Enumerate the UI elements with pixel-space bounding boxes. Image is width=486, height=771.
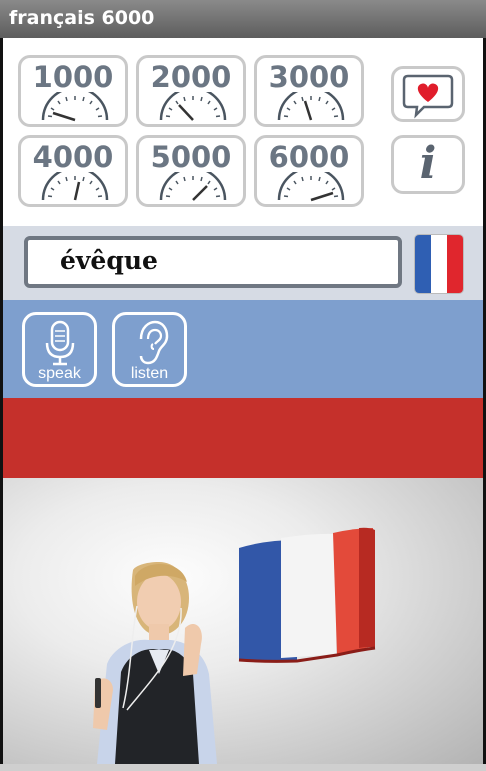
speak-button[interactable]: speak [22,312,97,387]
word-display[interactable]: évêque [24,236,402,288]
listen-button[interactable]: listen [112,312,187,387]
level-label: 2000 [150,60,232,94]
actions-band: speak listen [3,300,483,398]
woman-with-headphones-and-flag-image [93,527,376,764]
speedometer-icon [277,172,345,202]
heart-speech-icon [402,74,454,119]
title-bar: français 6000 [0,0,486,38]
speedometer-icon [41,92,109,122]
waving-french-flag [238,527,376,663]
bottom-edge [0,764,486,771]
level-label: 4000 [32,140,114,174]
french-flag-icon[interactable] [414,234,464,294]
level-1000-button[interactable]: 1000 [18,55,128,127]
level-label: 6000 [268,140,350,174]
level-label: 5000 [150,140,232,174]
level-label: 1000 [32,60,114,94]
level-6000-button[interactable]: 6000 [254,135,364,207]
listen-label: listen [130,365,169,382]
speak-label: speak [38,365,81,382]
speedometer-icon [277,92,345,121]
info-icon: i [419,138,437,189]
speedometer-icon [159,172,227,201]
level-5000-button[interactable]: 5000 [136,135,246,207]
result-band [3,398,483,478]
favorites-button[interactable] [391,66,465,122]
level-3000-button[interactable]: 3000 [254,55,364,127]
app-title: français 6000 [9,7,155,29]
woman-figure [93,562,217,764]
speedometer-icon [41,172,109,201]
ear-icon [139,320,169,365]
current-word: évêque [60,246,158,275]
word-band: évêque [3,226,483,300]
speedometer-icon [159,92,227,121]
microphone-icon [45,320,75,366]
level-2000-button[interactable]: 2000 [136,55,246,127]
info-button[interactable]: i [391,135,465,194]
level-label: 3000 [268,60,350,94]
promo-illustration [3,478,483,764]
app-content: 1000 2000 3000 4000 5000 6000 i évêque s… [3,38,483,764]
level-4000-button[interactable]: 4000 [18,135,128,207]
